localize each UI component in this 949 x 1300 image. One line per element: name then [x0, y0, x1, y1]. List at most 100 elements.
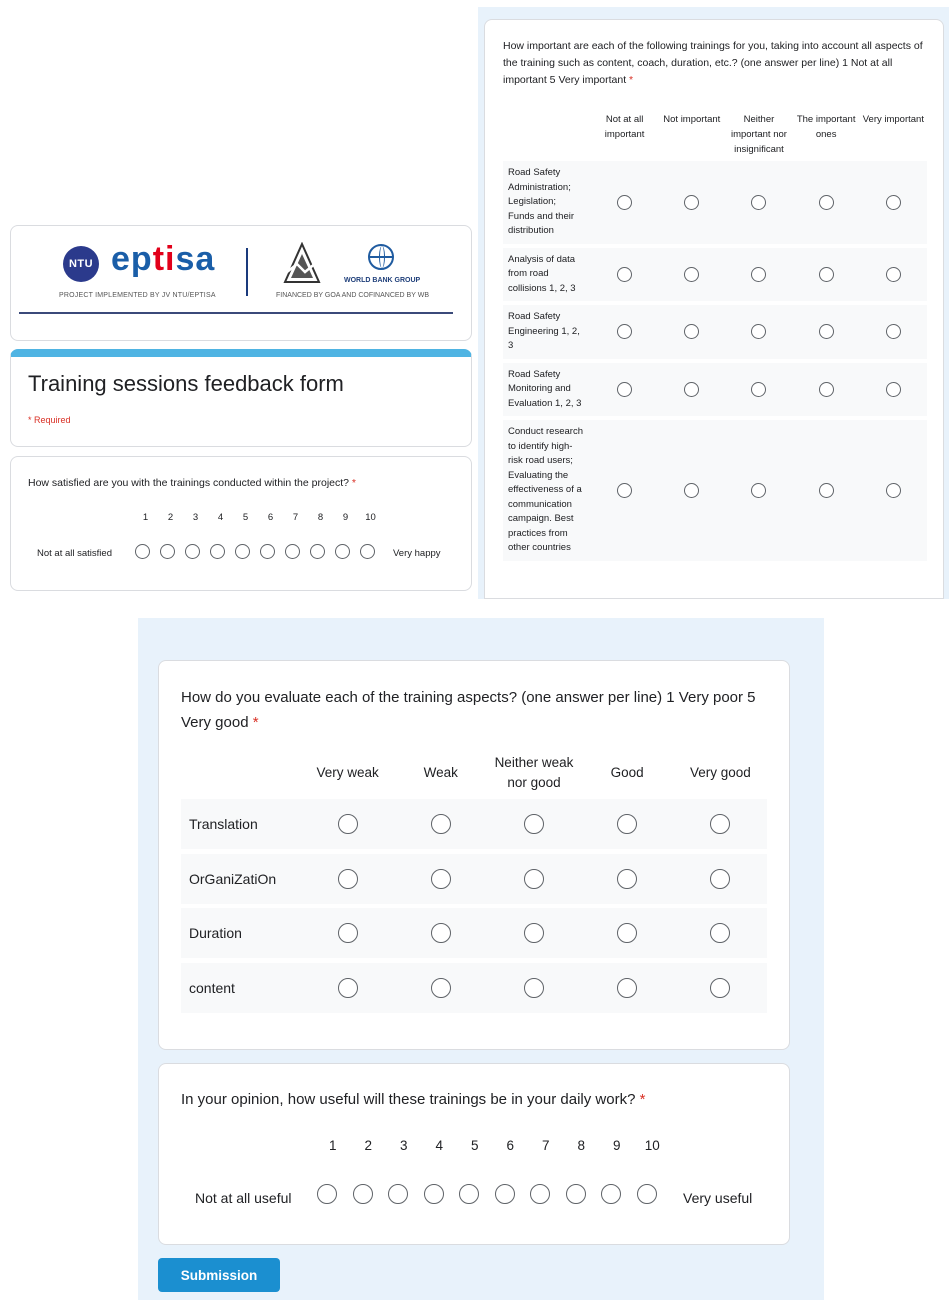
grid-radio[interactable]	[751, 194, 767, 210]
grid-radio[interactable]	[710, 977, 731, 998]
grid-radio[interactable]	[818, 194, 834, 210]
usefulness-radio-8[interactable]	[565, 1184, 586, 1204]
evaluation-question-card: How do you evaluate each of the training…	[158, 660, 790, 1050]
satisfaction-radio-10[interactable]	[360, 544, 375, 559]
usefulness-question-card: In your opinion, how useful will these t…	[158, 1063, 790, 1245]
grid-radio[interactable]	[430, 923, 451, 943]
grid-radio[interactable]	[751, 482, 767, 498]
usefulness-radio-5[interactable]	[459, 1184, 479, 1204]
grid-radio[interactable]	[818, 482, 834, 498]
grid-radio[interactable]	[617, 868, 638, 889]
question-text: How do you evaluate each of the training…	[181, 689, 756, 731]
grid-radio[interactable]	[430, 977, 451, 998]
satisfaction-radio-8[interactable]	[310, 544, 325, 559]
satisfaction-radio-4[interactable]	[210, 544, 225, 559]
importance-grid-header: Not at all important Not important Neith…	[503, 112, 927, 157]
column-header: Very weak	[316, 765, 379, 780]
grid-radio[interactable]	[617, 977, 638, 998]
grid-radio[interactable]	[818, 266, 834, 282]
row-label: Translation	[189, 816, 258, 832]
column-header: Weak	[423, 765, 458, 780]
grid-radio[interactable]	[818, 381, 834, 397]
grid-radio[interactable]	[684, 194, 700, 210]
evaluation-panel: How do you evaluate each of the training…	[138, 618, 824, 1300]
scale-number: 1	[328, 1138, 337, 1153]
world-bank-globe-icon	[368, 244, 394, 270]
grid-radio[interactable]	[523, 814, 544, 834]
importance-question: How important are each of the following …	[503, 38, 928, 89]
satisfaction-radio-3[interactable]	[185, 544, 200, 559]
grid-radio[interactable]	[617, 266, 633, 282]
header-logo-card: NTU eptisa PROJECT IMPLEMENTED BY JV NTU…	[10, 225, 472, 341]
scale-number: 9	[342, 512, 349, 523]
evaluation-question: How do you evaluate each of the training…	[181, 685, 761, 735]
usefulness-radio-10[interactable]	[636, 1184, 657, 1204]
usefulness-radio-6[interactable]	[494, 1184, 515, 1204]
satisfaction-radio-7[interactable]	[285, 544, 300, 559]
grid-radio[interactable]	[710, 923, 731, 943]
grid-radio[interactable]	[885, 324, 901, 340]
grid-radio[interactable]	[684, 324, 700, 340]
scale-number: 3	[192, 512, 199, 523]
grid-radio[interactable]	[523, 977, 544, 998]
grid-radio[interactable]	[684, 482, 700, 498]
grid-radio[interactable]	[710, 868, 731, 889]
column-header: Very good	[689, 765, 751, 780]
grid-radio[interactable]	[617, 194, 633, 210]
grid-radio[interactable]	[617, 482, 633, 498]
evaluation-grid: Translation OrGaniZatiOn Duration conten…	[181, 799, 767, 1017]
grid-radio[interactable]	[684, 381, 700, 397]
submit-button[interactable]: Submission	[158, 1258, 280, 1292]
satisfaction-scale-numbers: 1 2 3 4 5 6 7 8 9 10	[133, 512, 383, 523]
grid-radio[interactable]	[337, 923, 358, 943]
scale-number: 6	[506, 1138, 514, 1153]
usefulness-radio-2[interactable]	[352, 1184, 373, 1204]
scale-number: 3	[399, 1138, 408, 1153]
grid-radio[interactable]	[430, 814, 451, 834]
usefulness-radio-9[interactable]	[601, 1184, 621, 1204]
grid-radio[interactable]	[617, 381, 633, 397]
grid-row: content	[181, 962, 767, 1013]
row-label: Analysis of data from road collisions 1,…	[508, 253, 576, 294]
satisfaction-radio-9[interactable]	[335, 544, 350, 559]
usefulness-radio-3[interactable]	[388, 1184, 408, 1204]
grid-radio[interactable]	[751, 324, 767, 340]
scale-number: 5	[242, 512, 249, 523]
scale-number: 4	[435, 1138, 443, 1153]
question-text: How important are each of the following …	[503, 40, 923, 86]
usefulness-radio-1[interactable]	[317, 1184, 337, 1204]
goa-emblem-icon	[283, 242, 321, 283]
grid-radio[interactable]	[430, 868, 451, 889]
grid-radio[interactable]	[885, 381, 901, 397]
grid-radio[interactable]	[751, 381, 767, 397]
required-asterisk: *	[635, 1091, 646, 1108]
grid-row: Road Safety Monitoring and Evaluation 1,…	[503, 362, 927, 416]
grid-radio[interactable]	[885, 266, 901, 282]
grid-radio[interactable]	[337, 977, 358, 998]
required-asterisk: *	[626, 74, 634, 86]
grid-radio[interactable]	[337, 814, 358, 834]
scale-number: 5	[470, 1138, 479, 1153]
satisfaction-radio-2[interactable]	[160, 544, 175, 559]
grid-radio[interactable]	[710, 814, 731, 834]
grid-radio[interactable]	[523, 868, 544, 889]
grid-radio[interactable]	[523, 923, 544, 943]
grid-radio[interactable]	[617, 814, 638, 834]
required-asterisk: *	[349, 477, 357, 489]
grid-radio[interactable]	[885, 194, 901, 210]
usefulness-radio-4[interactable]	[423, 1184, 444, 1204]
satisfaction-radio-group	[135, 544, 385, 559]
usefulness-radio-7[interactable]	[530, 1184, 550, 1204]
grid-radio[interactable]	[751, 266, 767, 282]
column-header: Not important	[663, 114, 721, 125]
grid-radio[interactable]	[617, 324, 633, 340]
satisfaction-radio-6[interactable]	[260, 544, 275, 559]
grid-radio[interactable]	[617, 923, 638, 943]
satisfaction-radio-5[interactable]	[235, 544, 250, 559]
grid-radio[interactable]	[818, 324, 834, 340]
column-header: Very important	[862, 114, 924, 125]
satisfaction-radio-1[interactable]	[135, 544, 150, 559]
grid-radio[interactable]	[337, 868, 358, 889]
grid-radio[interactable]	[684, 266, 700, 282]
grid-radio[interactable]	[885, 482, 901, 498]
